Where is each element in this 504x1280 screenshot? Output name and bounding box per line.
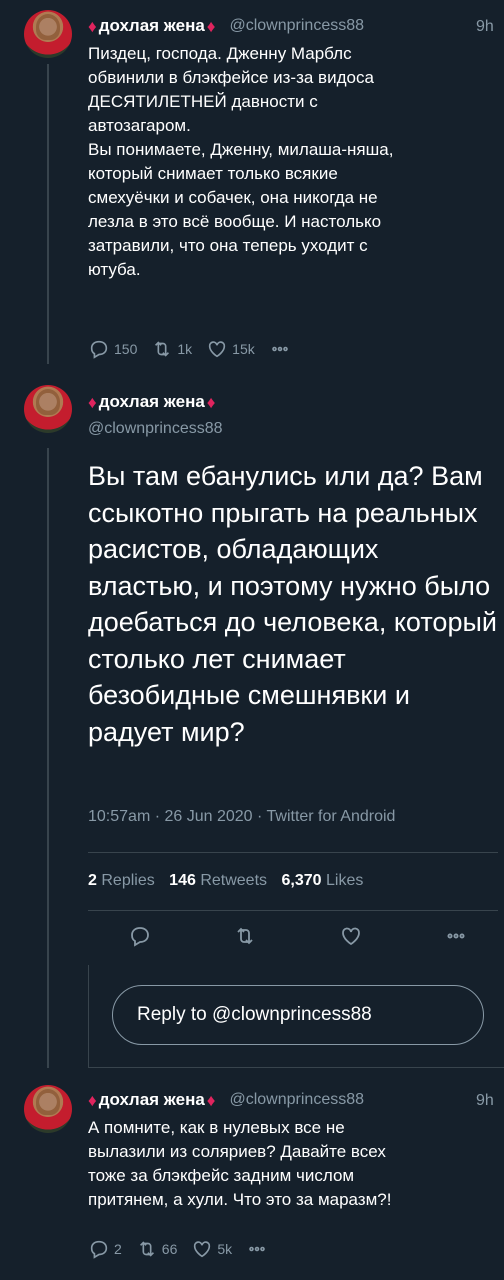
display-name[interactable]: дохлая жена [99, 1090, 205, 1110]
reply-input[interactable]: Reply to @clownprincess88 [112, 985, 484, 1045]
replies-label[interactable]: Replies [101, 872, 154, 889]
tweet-header: ♦ дохлая жена ♦ [88, 392, 215, 412]
user-handle[interactable]: @clownprincess88 [229, 17, 364, 35]
reply-count: 150 [114, 341, 138, 357]
like-icon[interactable] [339, 924, 363, 948]
reply-icon [90, 340, 108, 359]
tweet-text: А помните, как в нулевых все не вылазили… [88, 1118, 392, 1209]
user-handle[interactable]: @clownprincess88 [88, 420, 223, 438]
replies-count[interactable]: 2 [88, 872, 97, 889]
like-icon [194, 1241, 211, 1258]
tweet-time[interactable]: 9h [476, 18, 494, 36]
retweet-icon [139, 1241, 154, 1257]
more-button[interactable] [246, 1238, 268, 1260]
reply-button[interactable]: 150 [88, 338, 137, 360]
retweets-label[interactable]: Retweets [200, 872, 267, 889]
like-icon [208, 341, 226, 358]
retweets-count[interactable]: 146 [169, 872, 196, 889]
retweet-button[interactable]: 66 [136, 1238, 178, 1260]
reply-icon[interactable] [128, 924, 152, 948]
avatar[interactable] [24, 10, 72, 58]
retweet-count: 66 [161, 1241, 178, 1257]
tweet-actions: 2 66 5k [88, 1238, 268, 1260]
tweet-header: ♦ дохлая жена ♦ @clownprincess88 [88, 1090, 364, 1110]
display-name[interactable]: дохлая жена [99, 16, 205, 36]
likes-count[interactable]: 6,370 [281, 872, 321, 889]
user-handle[interactable]: @clownprincess88 [229, 1091, 364, 1109]
more-icon [271, 346, 288, 352]
diamond-icon: ♦ [206, 16, 216, 36]
main-tweet-actions [128, 924, 468, 948]
reply-icon [90, 1240, 108, 1259]
tweet-meta[interactable]: 10:57am · 26 Jun 2020 · Twitter for Andr… [88, 808, 395, 826]
more-icon [249, 1246, 265, 1252]
more-button[interactable] [269, 338, 291, 360]
tweet-text: Пиздец, господа. Дженну Марблс обвинили … [88, 44, 394, 279]
diamond-icon: ♦ [206, 392, 216, 412]
like-count: 15k [232, 341, 255, 357]
like-count: 5k [217, 1241, 233, 1257]
avatar[interactable] [24, 385, 72, 433]
thread-line [47, 64, 49, 364]
diamond-icon: ♦ [88, 1090, 97, 1110]
more-icon[interactable] [444, 924, 468, 948]
diamond-icon: ♦ [88, 16, 97, 36]
diamond-icon: ♦ [88, 392, 97, 412]
divider [88, 852, 498, 853]
tweet-time[interactable]: 9h [476, 1092, 494, 1110]
likes-label[interactable]: Likes [326, 872, 363, 889]
retweet-button[interactable]: 1k [151, 338, 192, 360]
main-tweet-text: Вы там ебанулись или да? Вам ссыкотно пр… [88, 461, 497, 747]
thread-line [47, 448, 49, 1068]
tweet-stats: 2 Replies 146 Retweets 6,370 Likes [88, 872, 373, 890]
avatar[interactable] [24, 1085, 72, 1133]
like-button[interactable]: 15k [206, 338, 255, 360]
display-name[interactable]: дохлая жена [99, 392, 205, 412]
retweet-icon[interactable] [233, 924, 257, 948]
retweet-icon [155, 341, 170, 357]
reply-prompt: Reply to @clownprincess88 [137, 1004, 372, 1025]
divider [88, 910, 498, 911]
tweet-actions: 150 1k 15k [88, 338, 291, 360]
retweet-count: 1k [177, 341, 193, 357]
reply-button[interactable]: 2 [88, 1238, 122, 1260]
like-button[interactable]: 5k [191, 1238, 232, 1260]
diamond-icon: ♦ [206, 1090, 216, 1110]
tweet-header: ♦ дохлая жена ♦ @clownprincess88 [88, 16, 364, 36]
reply-count: 2 [114, 1241, 122, 1257]
